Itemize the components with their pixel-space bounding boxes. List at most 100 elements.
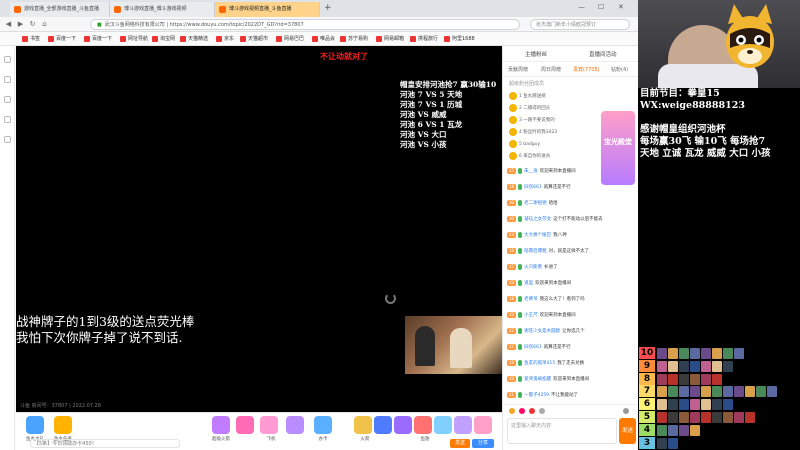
gift-icon[interactable]	[286, 416, 304, 434]
chat-username[interactable]: 谢旺少女是木圆醇	[524, 329, 560, 334]
bookmark-item[interactable]: 携程旅行	[410, 35, 438, 42]
fan-badge	[518, 343, 523, 350]
maximize-button[interactable]: ☐	[598, 3, 604, 11]
gift-icon[interactable]	[26, 416, 44, 434]
gift-icon[interactable]	[354, 416, 372, 434]
character-portrait	[701, 386, 711, 398]
video-player[interactable]: 不让动就对了 帽皇安排河池抢7 赢30输10 河池 7 VS 5 天地 河池 7…	[16, 46, 502, 412]
search-input[interactable]: 张杰澳门新年小倩欧冠预订	[530, 19, 630, 30]
send-button[interactable]: 发送	[450, 439, 470, 448]
emoji-icon[interactable]	[509, 408, 515, 414]
chat-input[interactable]: 这里输入聊天内容	[507, 418, 617, 444]
bookmark-item[interactable]: 天猫精选	[180, 35, 208, 42]
rank-row[interactable]: 1 鱼丸赠送榜	[509, 91, 601, 102]
forward-arrow-icon[interactable]: ▶	[16, 20, 25, 29]
chat-username[interactable]: 火只能看	[524, 265, 542, 270]
tab-activity[interactable]: 直播间活动	[589, 50, 617, 58]
rank-row[interactable]: 6 来自你的进贡	[509, 151, 601, 162]
chat-username[interactable]: 老二谢祖德	[524, 201, 547, 206]
bookmark-item[interactable]: 天猫超市	[240, 35, 268, 42]
program-line: 目前节目：拳皇15	[640, 88, 720, 99]
gift-icon[interactable]	[260, 416, 278, 434]
bookmark-item[interactable]: 网址导航	[120, 35, 148, 42]
character-tier-list: 10 9 8 7 6 5 4 3	[638, 347, 800, 450]
chat-username[interactable]: 陪寡后爆粗	[524, 249, 547, 254]
fan-badge	[518, 247, 523, 254]
rank-row[interactable]: 4 粉丝时的我3423	[509, 127, 601, 138]
browser-tab[interactable]: 游戏直播_全部游戏直播_斗鱼直播	[10, 2, 110, 17]
tab-diamond-fans[interactable]: 钻粉(4)	[611, 66, 628, 73]
url-field[interactable]: ■ 武汉斗鱼网络科技有限公司 | https://www.douyu.com/to…	[90, 19, 520, 30]
new-tab-button[interactable]: +	[324, 3, 332, 13]
gift-icon[interactable]	[314, 416, 332, 434]
bookmark-item[interactable]: 百度一下	[48, 35, 76, 42]
tab-weekly-rank[interactable]: 贡献周榜	[508, 66, 528, 73]
rank-row[interactable]: 3 一路不要说我的	[509, 115, 601, 126]
overlay-line: 河池 7 VS 5 天地	[400, 90, 463, 99]
character-portrait	[657, 437, 667, 449]
chat-message: 18 老佛爷 我这么大了！看到了吗	[507, 294, 637, 305]
chat-username[interactable]: 旧伤661	[524, 185, 542, 190]
level-badge: 24	[507, 231, 517, 238]
browser-tab-active[interactable]: 博斗游戏视频直播_斗鱼直播	[215, 2, 320, 17]
chat-username[interactable]: 一瞥子4259	[524, 393, 549, 398]
sidebar-mail-icon[interactable]	[4, 116, 11, 123]
picture-in-picture-video[interactable]	[405, 316, 502, 374]
bookmark-item[interactable]: 淘宝网	[152, 35, 175, 42]
tab-daily-rank[interactable]: 周日周榜	[541, 66, 561, 73]
sidebar-star-icon[interactable]	[4, 56, 11, 63]
sidebar-history-icon[interactable]	[4, 76, 11, 83]
close-window-button[interactable]: ✕	[618, 3, 624, 11]
bookmark-item[interactable]: 阿里1688	[444, 35, 475, 42]
bookmark-item[interactable]: 网易巴巴	[276, 35, 304, 42]
more-icon[interactable]	[623, 408, 629, 414]
fans-badge-icon[interactable]	[529, 408, 535, 414]
rank-row[interactable]: 5 badguy	[509, 139, 601, 150]
chat-username[interactable]: 旧伤661	[524, 345, 542, 350]
minimize-button[interactable]: —	[578, 3, 585, 11]
tab-vip[interactable]: 贵宾(7705)	[573, 66, 600, 73]
bookmark-item[interactable]: 唯品会	[312, 35, 335, 42]
gift-icon[interactable]	[236, 416, 254, 434]
gift-icon[interactable]	[474, 416, 492, 434]
match-schedule-overlay: 帽皇安排河池抢7 赢30输10 河池 7 VS 5 天地 河池 7 VS 1 历…	[400, 80, 496, 150]
bookmark-item[interactable]: 书签	[22, 35, 40, 42]
chat-username[interactable]: 大大换个尾巴	[524, 233, 551, 238]
gift-icon[interactable]	[434, 416, 452, 434]
character-portrait	[679, 412, 689, 423]
gift-icon[interactable]	[374, 416, 392, 434]
gift-icon[interactable]	[414, 416, 432, 434]
bookmark-item[interactable]: 京东	[216, 35, 234, 42]
chat-username[interactable]: 道里	[524, 281, 533, 286]
chat-username[interactable]: 老佛爷	[524, 297, 538, 302]
level-badge: 19	[507, 359, 517, 366]
bookmark-item[interactable]: 网易邮箱	[376, 35, 404, 42]
bookmark-item[interactable]: 苏宁易购	[340, 35, 368, 42]
tab-fans[interactable]: 主播粉丝	[525, 50, 547, 58]
gift-icon[interactable]	[454, 416, 472, 434]
sidebar-settings-icon[interactable]	[4, 136, 11, 143]
gift-box-icon[interactable]	[519, 408, 525, 414]
rank-row[interactable]: 2 二播得的回头	[509, 103, 601, 114]
gift-label: 飞机	[266, 437, 276, 442]
back-arrow-icon[interactable]: ◀	[4, 20, 13, 29]
shield-icon[interactable]	[539, 408, 545, 414]
gift-icon[interactable]	[54, 416, 72, 434]
bookmark-item[interactable]: 百度一下	[84, 35, 112, 42]
chat-text: 让你选几个	[562, 329, 585, 334]
chat-username[interactable]: 爱哭鬼被掐醒	[524, 377, 551, 382]
gift-icon[interactable]	[212, 416, 230, 434]
chat-username[interactable]: 凝珏之女莎女	[524, 217, 551, 222]
home-icon[interactable]: ⌂	[40, 20, 49, 29]
browser-tab[interactable]: 博斗游戏直播_博斗游戏视频	[110, 2, 215, 17]
character-portrait	[668, 424, 678, 436]
chat-username[interactable]: 朱__逸	[524, 169, 538, 174]
bottom-chat-input[interactable]: 【5条】今日领取办卡450！	[30, 439, 180, 448]
chat-username[interactable]: 小王尺	[524, 313, 538, 318]
gift-icon[interactable]	[394, 416, 412, 434]
chat-username[interactable]: 鱼友的孤单415	[524, 361, 555, 366]
share-button[interactable]: 分享	[472, 439, 494, 448]
chat-send-button[interactable]: 发送	[619, 418, 636, 444]
sidebar-download-icon[interactable]	[4, 96, 11, 103]
refresh-icon[interactable]: ↻	[28, 20, 37, 29]
